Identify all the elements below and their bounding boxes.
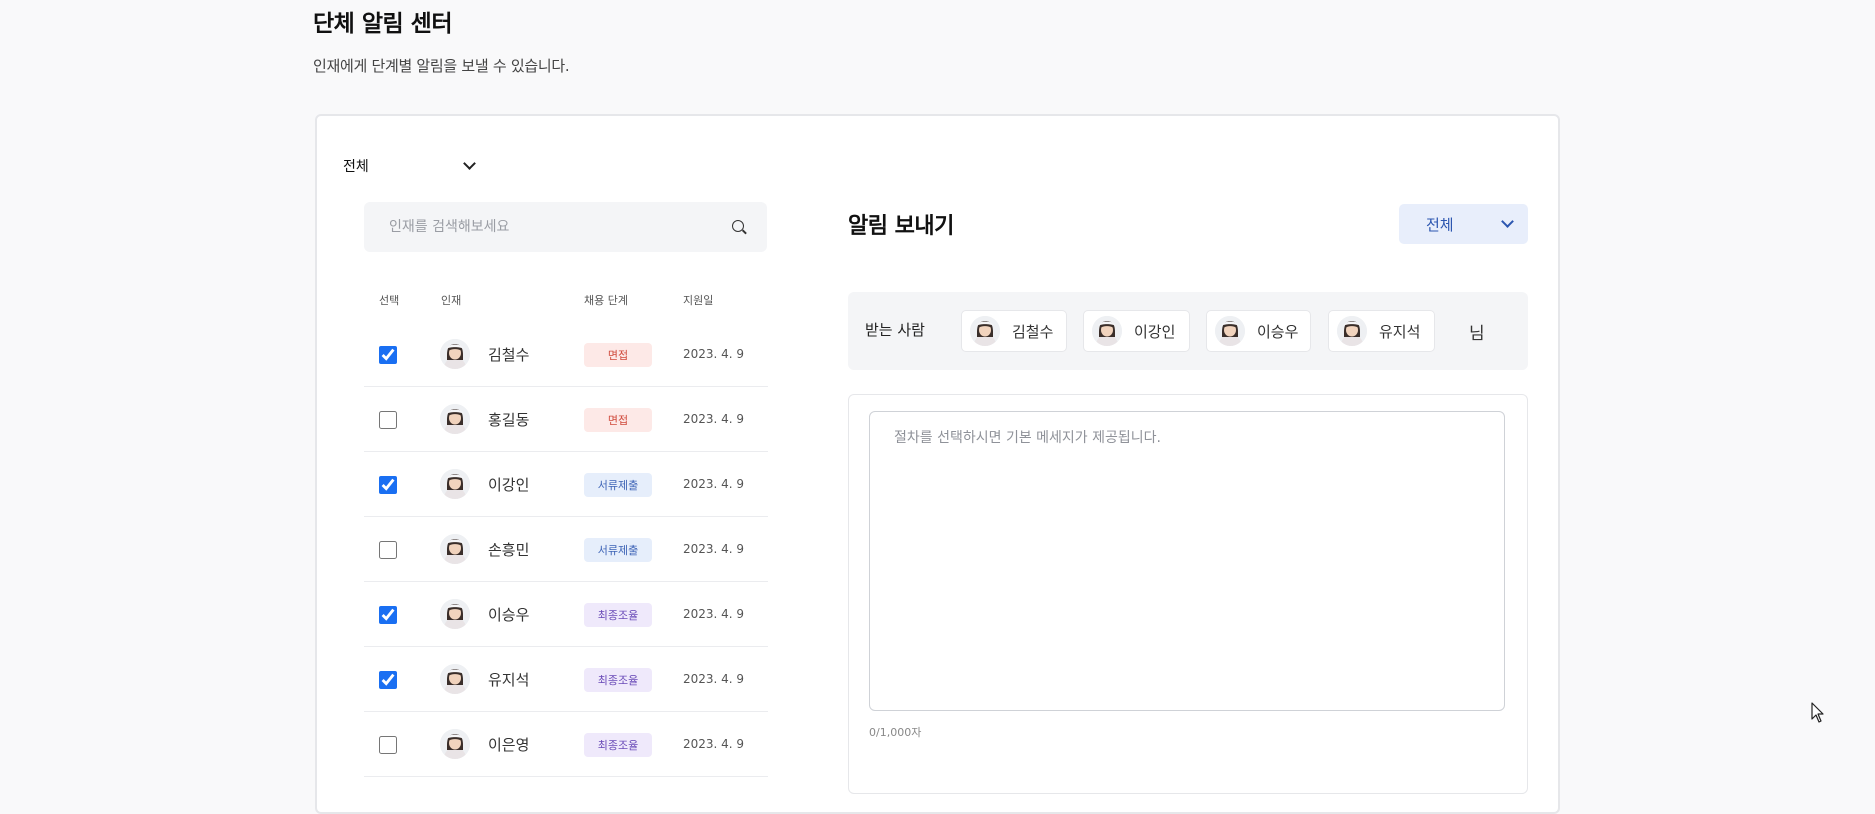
- table-row[interactable]: 홍길동 면접 2023. 4. 9: [364, 387, 768, 452]
- recipients-bar: 받는 사람 김철수 이강인 이승우 유지석 님: [848, 292, 1528, 370]
- recipients-label: 받는 사람: [865, 321, 925, 339]
- row-select-checkbox[interactable]: [379, 671, 397, 689]
- recipient-chip[interactable]: 김철수: [961, 310, 1067, 352]
- stage-badge: 서류제출: [584, 473, 652, 497]
- avatar: [440, 664, 470, 694]
- table-header: 선택 인재 채용 단계 지원일: [0, 292, 800, 308]
- apply-date: 2023. 4. 9: [683, 672, 745, 686]
- recipient-chip[interactable]: 유지석: [1328, 310, 1435, 352]
- message-panel: 0/1,000자: [848, 394, 1528, 794]
- stage-badge: 최종조율: [584, 603, 652, 627]
- avatar: [440, 729, 470, 759]
- row-select-checkbox[interactable]: [379, 476, 397, 494]
- stage-badge: 최종조율: [584, 668, 652, 692]
- table-row[interactable]: 이은영 최종조율 2023. 4. 9: [364, 712, 768, 777]
- chevron-down-icon: [1501, 215, 1514, 228]
- apply-date: 2023. 4. 9: [683, 542, 745, 556]
- avatar: [1215, 316, 1245, 346]
- recipients-suffix: 님: [1469, 324, 1485, 344]
- stage-badge: 면접: [584, 343, 652, 367]
- mouse-cursor-icon: [1811, 702, 1824, 723]
- row-select-checkbox[interactable]: [379, 411, 397, 429]
- stage-badge: 면접: [584, 408, 652, 432]
- row-select-checkbox[interactable]: [379, 606, 397, 624]
- recipient-chip[interactable]: 이강인: [1083, 310, 1190, 352]
- chevron-down-icon: [463, 157, 476, 170]
- send-stage-value: 전체: [1426, 215, 1454, 234]
- table-row[interactable]: 이승우 최종조율 2023. 4. 9: [364, 582, 768, 647]
- search-icon[interactable]: [732, 219, 747, 235]
- stage-badge: 서류제출: [584, 538, 652, 562]
- table-row[interactable]: 유지석 최종조율 2023. 4. 9: [364, 647, 768, 712]
- apply-date: 2023. 4. 9: [683, 477, 745, 491]
- row-select-checkbox[interactable]: [379, 541, 397, 559]
- apply-date: 2023. 4. 9: [683, 347, 745, 361]
- talent-name: 이강인: [488, 476, 530, 494]
- talent-name: 홍길동: [488, 411, 530, 429]
- talent-name: 이은영: [488, 736, 530, 754]
- talent-name: 이승우: [488, 606, 530, 624]
- send-stage-select[interactable]: 전체: [1399, 204, 1528, 244]
- apply-date: 2023. 4. 9: [683, 607, 745, 621]
- stage-filter-select[interactable]: 전체: [343, 155, 478, 177]
- character-counter: 0/1,000자: [869, 726, 922, 739]
- page-title: 단체 알림 센터: [313, 11, 452, 37]
- avatar: [1092, 316, 1122, 346]
- header-select: 선택: [379, 294, 400, 307]
- send-title: 알림 보내기: [848, 214, 954, 239]
- avatar: [440, 599, 470, 629]
- table-row[interactable]: 김철수 면접 2023. 4. 9: [364, 322, 768, 387]
- recipient-name: 김철수: [1012, 322, 1054, 341]
- apply-date: 2023. 4. 9: [683, 737, 745, 751]
- avatar: [440, 404, 470, 434]
- recipient-name: 이강인: [1134, 322, 1176, 341]
- recipient-name: 이승우: [1257, 322, 1299, 341]
- avatar: [440, 339, 470, 369]
- talent-name: 유지석: [488, 671, 530, 689]
- recipient-name: 유지석: [1379, 322, 1421, 341]
- header-talent: 인재: [441, 294, 462, 307]
- table-row[interactable]: 이강인 서류제출 2023. 4. 9: [364, 452, 768, 517]
- avatar: [440, 534, 470, 564]
- page-subtitle: 인재에게 단계별 알림을 보낼 수 있습니다.: [313, 57, 570, 75]
- search-input[interactable]: [387, 218, 732, 236]
- avatar: [440, 469, 470, 499]
- stage-filter-value: 전체: [343, 159, 369, 175]
- row-select-checkbox[interactable]: [379, 346, 397, 364]
- avatar: [970, 316, 1000, 346]
- talent-name: 김철수: [488, 346, 530, 364]
- message-textarea[interactable]: [869, 411, 1505, 711]
- talent-name: 손흥민: [488, 541, 530, 559]
- row-select-checkbox[interactable]: [379, 736, 397, 754]
- header-date: 지원일: [683, 294, 714, 307]
- recipient-chip[interactable]: 이승우: [1206, 310, 1311, 352]
- search-bar: [364, 202, 767, 252]
- header-stage: 채용 단계: [584, 294, 628, 307]
- apply-date: 2023. 4. 9: [683, 412, 745, 426]
- stage-badge: 최종조율: [584, 733, 652, 757]
- avatar: [1337, 316, 1367, 346]
- table-row[interactable]: 손흥민 서류제출 2023. 4. 9: [364, 517, 768, 582]
